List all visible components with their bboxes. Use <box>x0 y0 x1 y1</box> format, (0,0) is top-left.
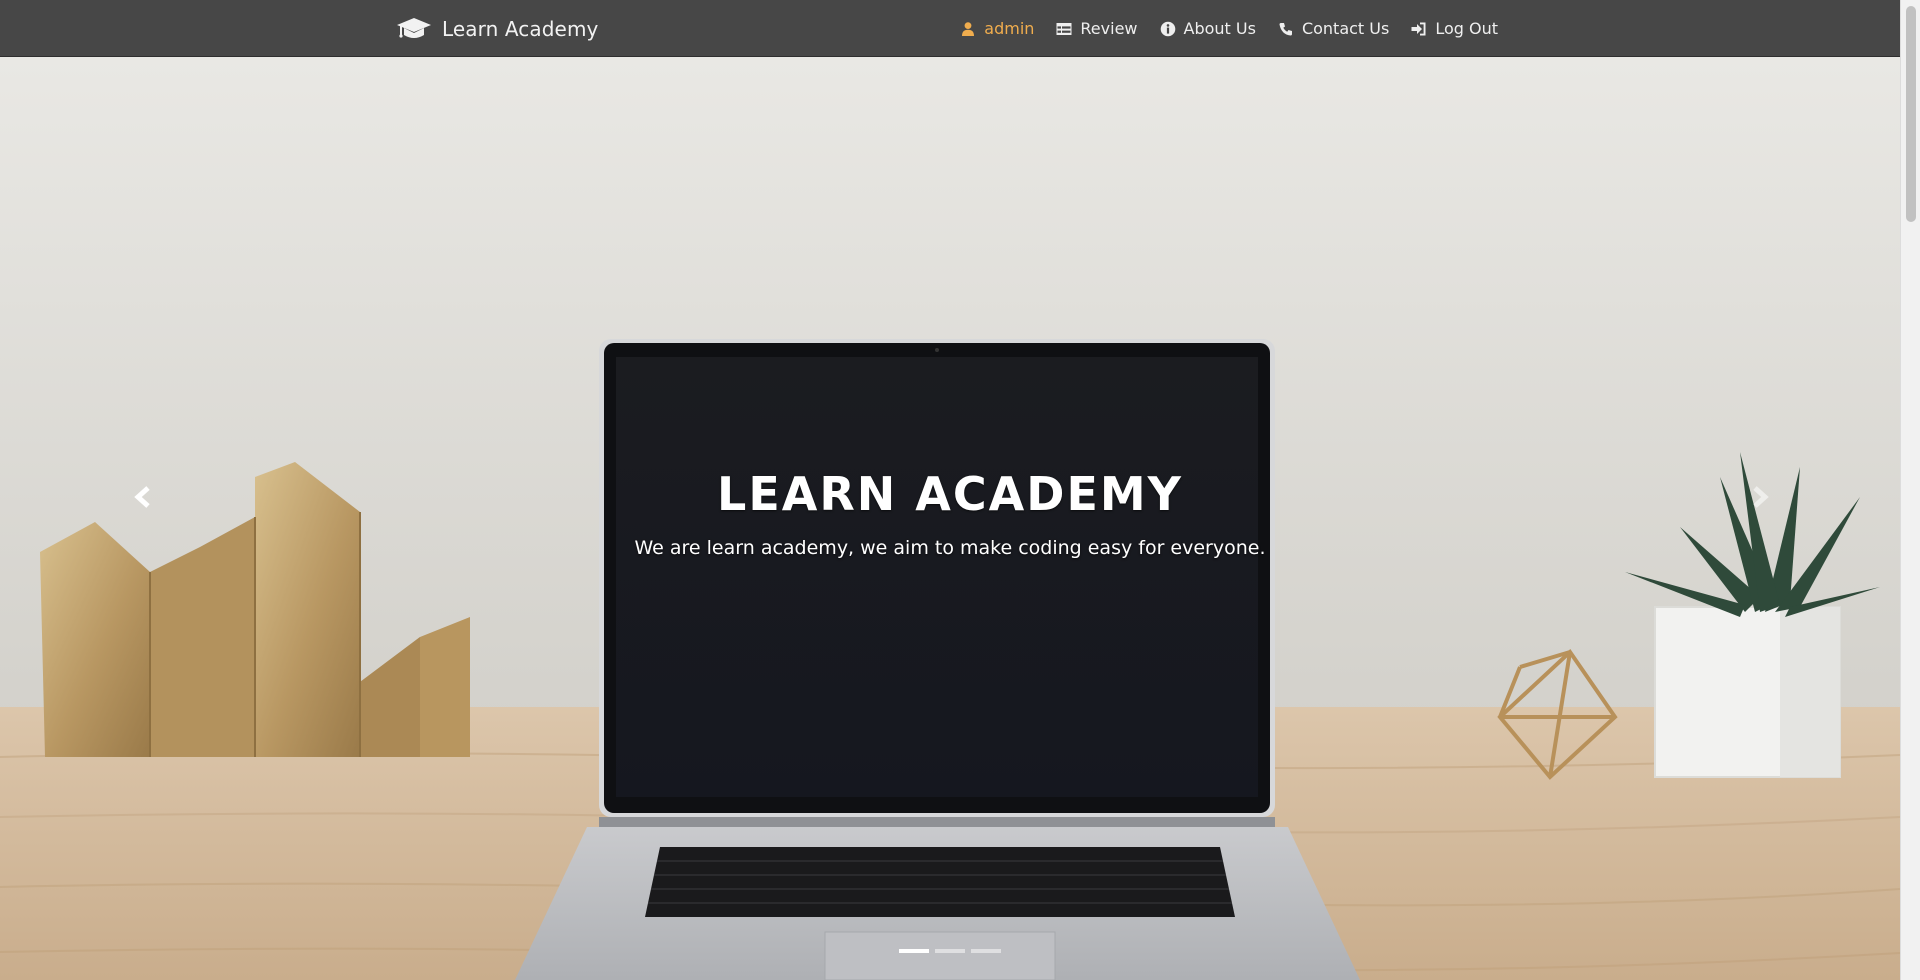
page-scrollbar[interactable] <box>1900 0 1920 980</box>
carousel-indicator-3[interactable] <box>971 949 1001 953</box>
carousel-caption: LEARN ACADEMY We are learn academy, we a… <box>0 467 1900 559</box>
carousel-indicators <box>0 949 1900 953</box>
sign-in-icon <box>1411 22 1426 35</box>
nav-review-label: Review <box>1080 19 1138 38</box>
scrollbar-thumb[interactable] <box>1906 6 1916 222</box>
carousel-prev-button[interactable] <box>123 477 163 517</box>
nav-contact-us[interactable]: Contact Us <box>1278 19 1389 38</box>
nav-log-out-label: Log Out <box>1435 19 1498 38</box>
nav-user-admin[interactable]: admin <box>960 19 1034 38</box>
carousel-indicator-2[interactable] <box>935 949 965 953</box>
info-circle-icon <box>1160 21 1175 36</box>
hero-carousel: LEARN ACADEMY We are learn academy, we a… <box>0 57 1900 980</box>
brand-link[interactable]: Learn Academy <box>396 0 598 57</box>
top-navbar: Learn Academy admin Review About Us Cont… <box>0 0 1900 57</box>
nav-about-us-label: About Us <box>1183 19 1256 38</box>
main-nav: admin Review About Us Contact Us Log Out <box>960 0 1498 57</box>
carousel-next-button[interactable] <box>1740 477 1780 517</box>
chevron-right-icon <box>1753 486 1769 508</box>
nav-user-label: admin <box>984 19 1035 38</box>
carousel-indicator-1[interactable] <box>899 949 929 953</box>
nav-about-us[interactable]: About Us <box>1160 19 1256 38</box>
nav-review[interactable]: Review <box>1056 19 1138 38</box>
carousel-title: LEARN ACADEMY <box>717 467 1183 521</box>
graduation-cap-icon <box>397 17 431 38</box>
nav-contact-us-label: Contact Us <box>1301 19 1390 38</box>
user-icon <box>962 21 975 36</box>
carousel-subtitle: We are learn academy, we aim to make cod… <box>634 537 1266 559</box>
phone-icon <box>1279 22 1292 35</box>
nav-log-out[interactable]: Log Out <box>1411 19 1498 38</box>
table-list-icon <box>1056 22 1072 35</box>
brand-name: Learn Academy <box>442 16 599 41</box>
chevron-left-icon <box>134 486 150 508</box>
